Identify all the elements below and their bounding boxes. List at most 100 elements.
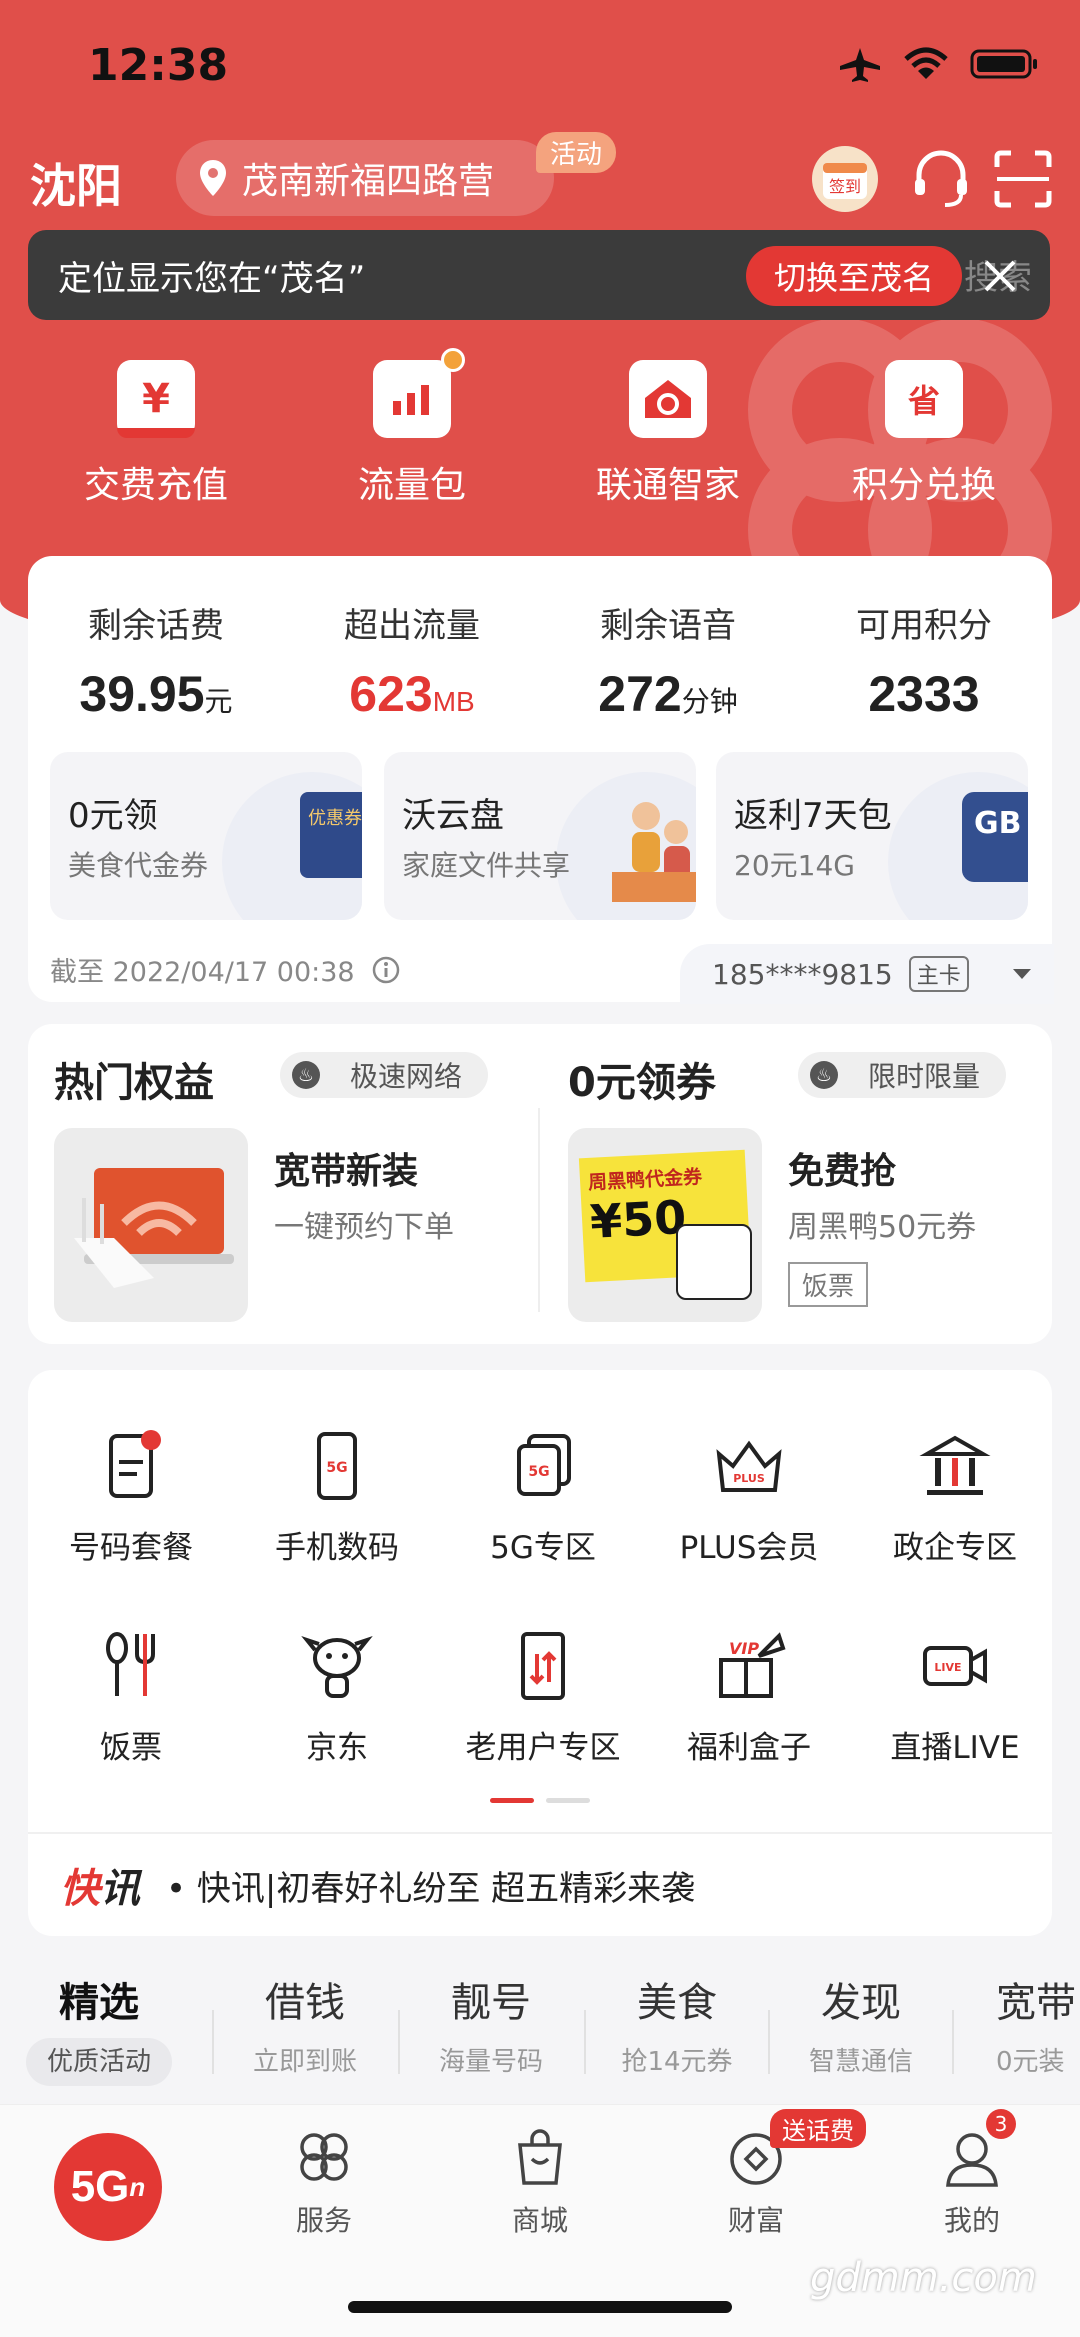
- broadband-sub: 一键预约下单: [274, 1210, 454, 1245]
- watermark: gdmm.com: [810, 2255, 1037, 2301]
- quick-pay[interactable]: ¥ 交费充值: [46, 360, 266, 508]
- location-pill[interactable]: 茂南新福四路营: [176, 140, 554, 216]
- fast-network-tag: ♨ 极速网络: [280, 1052, 489, 1098]
- stat-points[interactable]: 可用积分 2333: [796, 598, 1052, 723]
- service-plus[interactable]: PLUS PLUS会员: [646, 1426, 852, 1567]
- news-text: • 快讯|初春好礼纷至 超五精彩来袭: [166, 1868, 696, 1909]
- service-grid: 号码套餐 5G 手机数码 5G 5G专区 PLUS PLUS会员 政企专区 饭票…: [28, 1370, 1052, 1936]
- svg-text:5G: 5G: [326, 1460, 347, 1476]
- hot-rights-title: 热门权益: [54, 1060, 214, 1106]
- meal-ticket-tag: 饭票: [788, 1262, 869, 1307]
- notification-dot: [441, 348, 465, 372]
- camera-live-icon: LIVE: [923, 1646, 987, 1686]
- coupon-section-title: 0元领券: [568, 1060, 716, 1106]
- chevron-down-icon: [1012, 969, 1031, 979]
- checkin-button[interactable]: 签到: [810, 144, 880, 214]
- free-grab-sub: 周黑鸭50元券: [788, 1210, 977, 1245]
- stat-voice[interactable]: 剩余语音 272分钟: [540, 598, 796, 723]
- main-card-tag: 主卡: [908, 956, 969, 992]
- service-jd[interactable]: 京东: [234, 1626, 440, 1767]
- shopping-bag-icon: [518, 2129, 562, 2185]
- service-meal[interactable]: 饭票: [28, 1626, 234, 1767]
- headset-icon: [915, 150, 967, 207]
- switch-city-button[interactable]: 切换至茂名: [746, 246, 963, 306]
- close-icon[interactable]: [972, 248, 1028, 304]
- phone-plan-icon: [109, 1430, 161, 1498]
- service-phones[interactable]: 5G 手机数码: [234, 1426, 440, 1567]
- quick-smart-home[interactable]: 联通智家: [558, 360, 778, 508]
- family-illustration: [612, 802, 696, 902]
- gb-card-image: GB: [962, 792, 1028, 882]
- laptop-router-illustration: [74, 1168, 234, 1288]
- airplane-icon: [840, 48, 880, 82]
- stat-balance[interactable]: 剩余话费 39.95元: [28, 598, 284, 723]
- pager-dot-active: [490, 1798, 534, 1803]
- customer-service-button[interactable]: [906, 144, 976, 214]
- tab-featured[interactable]: 精选 优质活动: [6, 1970, 192, 2086]
- nav-service[interactable]: 服务: [254, 2125, 394, 2239]
- activity-badge: 活动: [536, 132, 617, 173]
- service-welfare-box[interactable]: VIP 福利盒子: [646, 1626, 852, 1767]
- jd-dog-icon: [301, 1635, 373, 1698]
- home-indicator[interactable]: [348, 2301, 732, 2313]
- as-of-time: 截至 2022/04/17 00:38: [50, 950, 401, 989]
- quick-data-pack[interactable]: 流量包: [302, 348, 522, 508]
- limited-tag: ♨ 限时限量: [798, 1052, 1007, 1098]
- service-enterprise[interactable]: 政企专区: [852, 1426, 1058, 1567]
- location-text: 茂南新福四路营: [242, 161, 495, 202]
- clover-icon: [300, 2133, 348, 2181]
- app-header: 沈阳 茂南新福四路营 活动 签到: [0, 132, 1080, 240]
- city-selector[interactable]: 沈阳: [30, 150, 122, 216]
- checkin-label: 签到: [829, 177, 861, 196]
- service-old-user[interactable]: 老用户专区: [440, 1626, 646, 1767]
- section-divider: [538, 1108, 540, 1312]
- page-indicator[interactable]: [490, 1798, 590, 1803]
- info-icon[interactable]: [371, 955, 401, 985]
- nav-mine[interactable]: 我的: [902, 2125, 1042, 2239]
- bar-chart-icon: [373, 348, 465, 438]
- tab-loan[interactable]: 借钱 立即到账: [212, 1970, 398, 2086]
- news-ticker[interactable]: 快讯 • 快讯|初春好礼纷至 超五精彩来袭: [28, 1832, 1052, 1936]
- status-icons: [838, 46, 1040, 82]
- yuan-icon: ¥: [117, 360, 195, 438]
- scan-icon: [994, 150, 1052, 208]
- broadband-title[interactable]: 宽带新装: [274, 1142, 418, 1194]
- svg-text:VIP: VIP: [729, 1639, 759, 1658]
- tab-discover[interactable]: 发现 智慧通信: [768, 1970, 954, 2086]
- service-live[interactable]: LIVE 直播LIVE: [852, 1626, 1058, 1767]
- svg-text:5G: 5G: [528, 1464, 549, 1480]
- service-number-plan[interactable]: 号码套餐: [28, 1426, 234, 1567]
- bank-icon: [919, 1435, 991, 1495]
- points-ticket-icon: 省: [885, 360, 963, 438]
- quick-points[interactable]: 省 积分兑换: [814, 360, 1034, 508]
- svg-text:LIVE: LIVE: [934, 1661, 961, 1674]
- nav-mall[interactable]: 商城: [470, 2125, 610, 2239]
- quick-pay-label: 交费充值: [83, 465, 228, 506]
- promo-cloud-drive[interactable]: 沃云盘 家庭文件共享: [384, 752, 696, 920]
- battery-icon: [970, 49, 1037, 79]
- gift-box-icon: VIP: [719, 1632, 786, 1698]
- tab-lucky-number[interactable]: 靓号 海量号码: [398, 1970, 584, 2086]
- tab-food[interactable]: 美食 抢14元券: [584, 1970, 770, 2086]
- home-5g-button[interactable]: 5G n: [54, 2133, 162, 2241]
- phone-number-selector[interactable]: 185****9815 主卡: [680, 944, 1054, 1004]
- tab-broadband[interactable]: 宽带 0元装: [952, 1970, 1080, 2086]
- stat-data-overage[interactable]: 超出流量 623MB: [284, 598, 540, 723]
- pager-dot: [546, 1798, 590, 1803]
- scan-button[interactable]: [988, 144, 1058, 214]
- old-user-card-icon: [521, 1632, 565, 1700]
- promo-food-coupon[interactable]: 优惠券 0元领 美食代金券: [50, 752, 362, 920]
- status-bar: 12:38: [0, 0, 1080, 130]
- cutlery-icon: [106, 1632, 155, 1696]
- calendar-checkin-icon: 签到: [812, 146, 878, 212]
- coupon-image[interactable]: 周黑鸭代金券 ¥50: [568, 1128, 762, 1322]
- account-card: 剩余话费 39.95元 超出流量 623MB 剩余语音 272分钟 可用积分 2…: [28, 556, 1054, 1004]
- fire-icon: ♨: [292, 1061, 320, 1089]
- service-5g[interactable]: 5G 5G专区: [440, 1426, 646, 1567]
- promo-rebate-pack[interactable]: GB 返利7天包 20元14G: [716, 752, 1028, 920]
- phone-number: 185****9815: [712, 957, 893, 991]
- free-grab-title[interactable]: 免费抢: [788, 1142, 896, 1194]
- gift-badge: 送话费: [770, 2109, 866, 2148]
- quick-smart-home-label: 联通智家: [595, 465, 740, 506]
- broadband-image[interactable]: [54, 1128, 248, 1322]
